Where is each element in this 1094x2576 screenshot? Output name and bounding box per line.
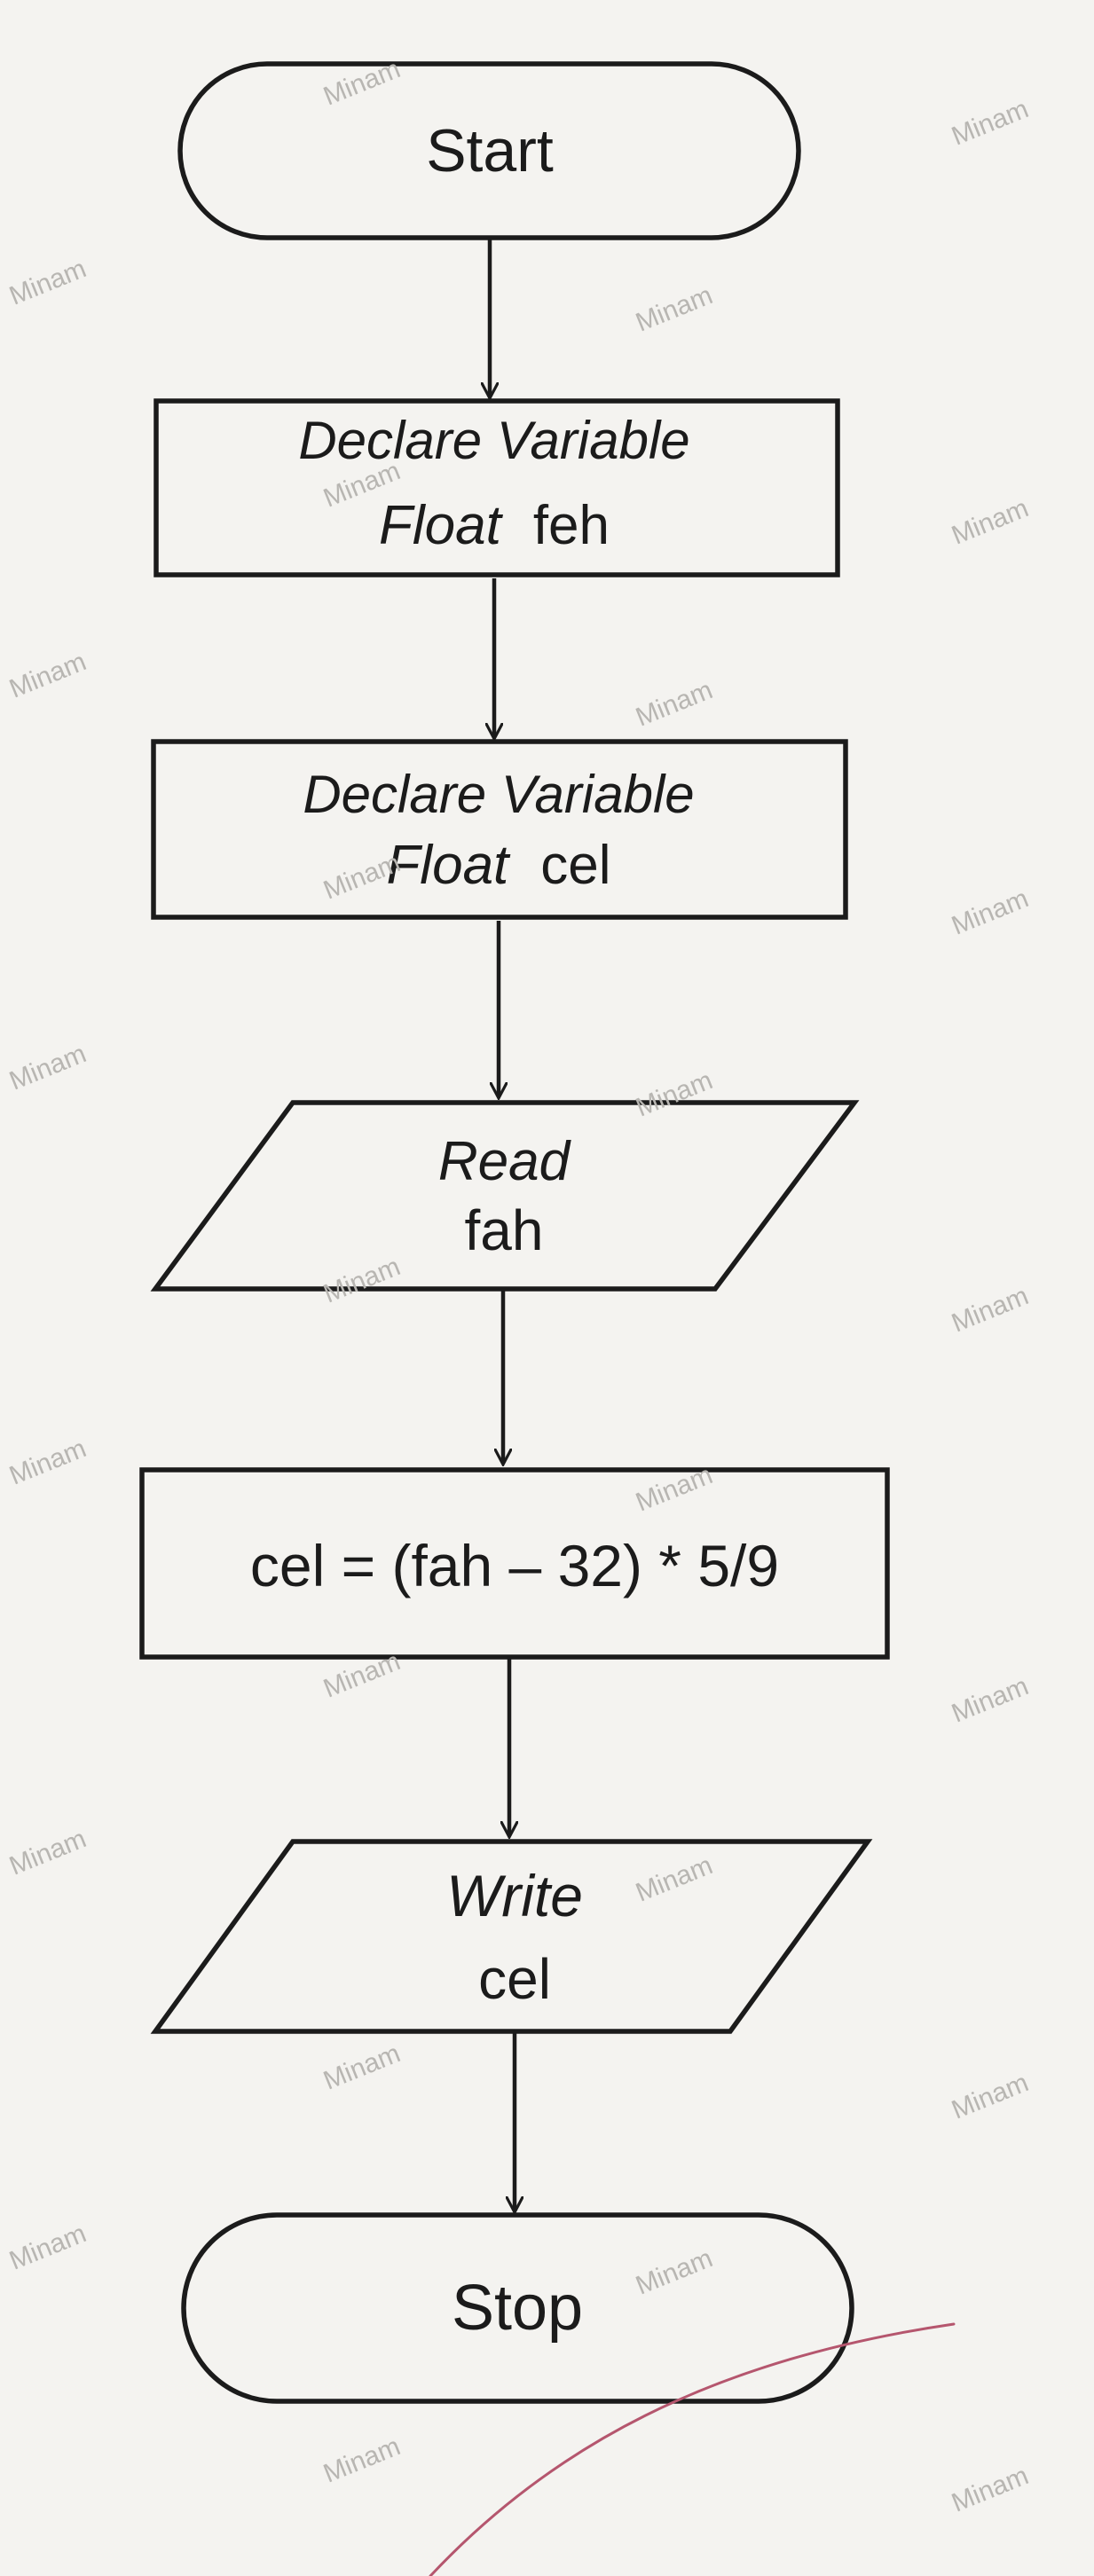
flowchart-diagram: Start Declare Variable Float feh Declare …	[139, 61, 956, 2576]
write-keyword: Write	[446, 1863, 583, 1928]
start-label: Start	[426, 117, 554, 185]
declare-cel-box: Declare Variable Float cel	[151, 739, 848, 920]
declare-cel-line1: Declare Variable	[303, 765, 694, 824]
read-variable: fah	[465, 1198, 544, 1262]
declare-feh-type: Float	[379, 495, 504, 556]
declare-feh-line2: Float feh	[379, 495, 610, 556]
declare-cel-type: Float	[386, 835, 511, 896]
read-input-parallelogram: Read fah	[150, 1100, 860, 1292]
declare-feh-box: Declare Variable Float feh	[153, 398, 840, 577]
read-keyword: Read	[438, 1131, 572, 1192]
stop-label: Stop	[452, 2273, 583, 2344]
declare-cel-line2: Float cel	[386, 835, 610, 896]
flowchart-page: Start Declare Variable Float feh Declare …	[0, 0, 1094, 2576]
stop-terminator: Stop	[181, 2212, 854, 2404]
declare-cel-name: cel	[540, 835, 610, 896]
declare-feh-line1: Declare Variable	[298, 411, 689, 470]
process-box: cel = (fah – 32) * 5/9	[139, 1467, 890, 1660]
write-output-parallelogram: Write cel	[150, 1839, 873, 2034]
write-variable: cel	[478, 1947, 551, 2011]
pen-stroke-mark	[429, 2322, 956, 2576]
start-terminator: Start	[177, 61, 801, 240]
process-formula: cel = (fah – 32) * 5/9	[250, 1533, 779, 1598]
declare-feh-name: feh	[533, 495, 610, 556]
